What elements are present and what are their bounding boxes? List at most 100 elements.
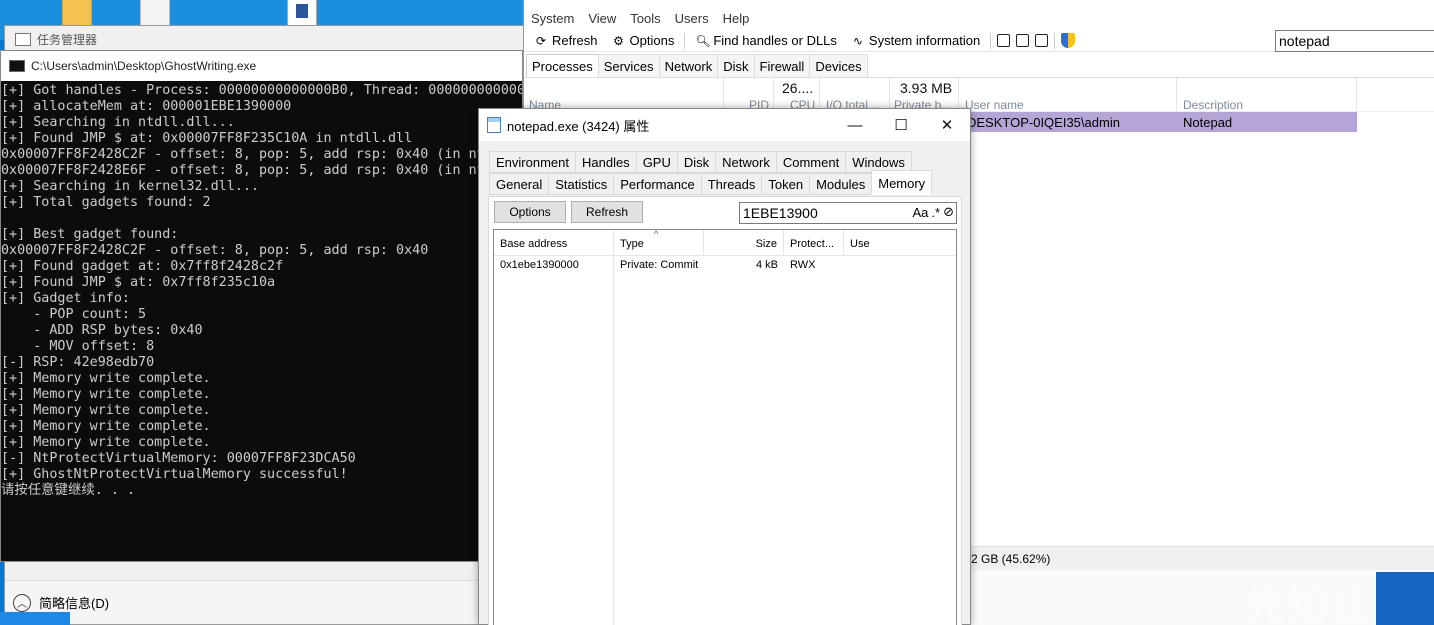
console-line: [+] Gadget info:	[1, 291, 130, 306]
col-protection[interactable]: Protect...	[784, 230, 844, 255]
tab-handles[interactable]: Handles	[574, 151, 637, 173]
process-search-input[interactable]	[1275, 30, 1434, 52]
process-list-header: Name PID 26.... CPU I/O total ... 3.93 M…	[524, 78, 1434, 112]
filter-options: Aa .* ⊘	[913, 204, 954, 220]
table-row[interactable]: 0x1ebe1390000 Private: Commit 4 kB RWX	[494, 256, 956, 625]
row-type: Private: Commit	[620, 259, 699, 271]
menu-item-users[interactable]: Users	[675, 11, 709, 26]
dialog-tabs-row-2: General Statistics Performance Threads Token…	[489, 170, 933, 195]
tab-firewall[interactable]: Firewall	[753, 54, 811, 77]
col-type[interactable]: ^ Type	[614, 229, 704, 255]
tab-memory[interactable]: Memory	[871, 170, 933, 195]
console-line: [+] Searching in kernel32.dll...	[1, 179, 259, 194]
options-button[interactable]: ⚙ Options	[608, 33, 679, 48]
search-icon: 🔍︎	[695, 33, 711, 48]
toolbar-separator	[1054, 32, 1056, 49]
window-find-icon[interactable]	[1016, 34, 1030, 47]
col-size[interactable]: Size	[704, 230, 784, 255]
refresh-button[interactable]: ⟳ Refresh	[530, 33, 602, 48]
dialog-title: notepad.exe (3424) 属性	[507, 118, 650, 134]
memory-status: 2 GB (45.62%)	[971, 551, 1051, 566]
row-description: Notepad	[1177, 112, 1357, 132]
menu-item-system[interactable]: System	[531, 11, 574, 26]
col-io[interactable]: I/O total ...	[820, 78, 890, 112]
tab-disk[interactable]: Disk	[717, 54, 755, 77]
col-user-label: User name	[965, 98, 1024, 112]
col-use[interactable]: Use	[844, 230, 956, 255]
col-base-address[interactable]: Base address	[494, 230, 614, 255]
menu-item-tools[interactable]: Tools	[630, 11, 660, 26]
tab-network[interactable]: Network	[658, 54, 719, 77]
options-button[interactable]: Options	[494, 201, 566, 223]
console-line: [+] Found JMP $ at: 0x00007FF8F235C10A i…	[1, 131, 413, 146]
memory-list-header: Base address ^ Type Size Protect... Use	[494, 229, 956, 256]
tab-statistics[interactable]: Statistics	[548, 173, 615, 195]
private-total: 3.93 MB	[900, 80, 953, 96]
console-icon	[9, 60, 25, 72]
menu-item-view[interactable]: View	[588, 11, 616, 26]
close-window-icon[interactable]	[1035, 34, 1049, 47]
tab-modules[interactable]: Modules	[809, 173, 873, 195]
row-protection: RWX	[790, 259, 816, 271]
tab-comment[interactable]: Comment	[775, 151, 847, 173]
console-line: [+] Memory write complete.	[1, 387, 211, 402]
col-name[interactable]: Name	[524, 78, 724, 112]
gear-icon: ⚙	[613, 33, 624, 48]
find-handles-button[interactable]: 🔍︎ Find handles or DLLs	[691, 33, 841, 48]
fewer-details-link[interactable]: 简略信息(D)	[39, 593, 109, 612]
word-document-icon[interactable]	[287, 0, 317, 28]
console-title: C:\Users\admin\Desktop\GhostWriting.exe	[31, 59, 257, 73]
tab-token[interactable]: Token	[761, 173, 811, 195]
chevron-up-icon[interactable]: ︿	[13, 593, 31, 612]
minimize-icon[interactable]: —	[832, 109, 878, 141]
options-label: Options	[629, 33, 675, 48]
tab-processes[interactable]: Processes	[526, 54, 599, 77]
regex-icon[interactable]: .*	[931, 205, 940, 220]
shield-icon[interactable]	[1061, 33, 1076, 48]
col-pid[interactable]: PID	[724, 78, 774, 112]
refresh-button[interactable]: Refresh	[571, 201, 643, 223]
console-line: [-] NtProtectVirtualMemory: 00007FF8F23D…	[1, 451, 356, 466]
dialog-titlebar[interactable]: notepad.exe (3424) 属性 — ☐ ✕	[479, 109, 970, 141]
maximize-icon[interactable]: ☐	[878, 109, 924, 141]
match-case-icon[interactable]: Aa	[913, 205, 929, 220]
tab-disk[interactable]: Disk	[676, 151, 717, 173]
pulse-icon: ∿	[852, 33, 863, 48]
window-icon[interactable]	[997, 34, 1011, 47]
task-manager-title: 任务管理器	[37, 32, 98, 47]
system-information-button[interactable]: ∿ System information	[847, 33, 984, 48]
memory-filter-input[interactable]: 1EBE13900 Aa .* ⊘	[739, 202, 957, 224]
console-line: [+] Searching in ntdll.dll...	[1, 115, 235, 130]
console-titlebar[interactable]: C:\Users\admin\Desktop\GhostWriting.exe	[1, 51, 522, 81]
main-tabs: Processes Services Network Disk Firewall Devi…	[524, 54, 1434, 78]
tab-general[interactable]: General	[489, 173, 550, 195]
row-user: DESKTOP-0IQEI35\admin	[959, 112, 1177, 132]
col-description[interactable]: Description	[1177, 78, 1357, 112]
col-private[interactable]: 3.93 MB Private b...	[890, 78, 959, 112]
menu-bar: System View Tools Users Help	[524, 0, 1434, 30]
tab-threads[interactable]: Threads	[700, 173, 763, 195]
tab-network[interactable]: Network	[715, 151, 777, 173]
console-line: [+] GhostNtProtectVirtualMemory successf…	[1, 467, 348, 482]
folder-icon[interactable]	[62, 0, 92, 28]
tab-environment[interactable]: Environment	[489, 151, 576, 173]
row-size: 4 kB	[755, 259, 778, 271]
close-icon[interactable]: ✕	[924, 109, 970, 141]
console-line: [+] Memory write complete.	[1, 403, 211, 418]
notepad-icon	[487, 117, 501, 133]
toolbar-separator	[684, 32, 686, 49]
tab-performance[interactable]: Performance	[613, 173, 702, 195]
col-cpu[interactable]: 26.... CPU	[774, 78, 820, 112]
tab-gpu[interactable]: GPU	[635, 151, 678, 173]
menu-item-help[interactable]: Help	[723, 11, 750, 26]
task-manager-titlebar[interactable]: 任务管理器	[5, 26, 563, 52]
col-user[interactable]: User name	[959, 78, 1177, 112]
properties-dialog: notepad.exe (3424) 属性 — ☐ ✕ Environment H…	[478, 108, 971, 625]
tab-services[interactable]: Services	[597, 54, 660, 77]
tab-devices[interactable]: Devices	[809, 54, 868, 77]
document-icon[interactable]	[140, 0, 170, 28]
row-use	[844, 256, 956, 276]
clear-search-icon[interactable]: ⊘	[943, 204, 954, 220]
console-line: - POP count: 5	[1, 307, 147, 322]
